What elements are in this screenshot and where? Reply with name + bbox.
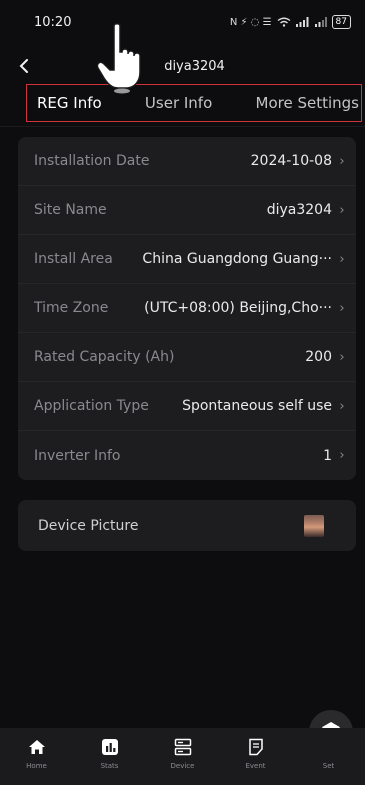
- row-value: diya3204: [266, 202, 332, 218]
- row-label: Time Zone: [34, 300, 109, 316]
- signal-icon-2: [314, 17, 327, 27]
- status-time: 10:20: [34, 14, 72, 30]
- nav-label: Device: [170, 762, 195, 770]
- bottom-nav: Home Stats Device Event Set: [0, 728, 365, 785]
- row-value: 2024-10-08: [250, 153, 332, 169]
- chevron-right-icon: ›: [339, 153, 345, 169]
- row-value: Spontaneous self use: [182, 398, 332, 414]
- app-screen: 10:20 N ⚡ ◌ ☰ 87 diya3204 REG Info User …: [0, 0, 365, 785]
- row-label: Rated Capacity (Ah): [34, 349, 175, 365]
- row-rated-capacity[interactable]: Rated Capacity (Ah) 200 ›: [18, 333, 356, 382]
- signal-icon: [295, 17, 309, 27]
- device-icon: [172, 736, 194, 758]
- tab-bar: REG Info User Info More Settings: [26, 84, 362, 122]
- row-install-area[interactable]: Install Area China Guangdong Guang··· ›: [18, 235, 356, 284]
- device-picture-label: Device Picture: [38, 517, 139, 534]
- tab-user-info[interactable]: User Info: [145, 94, 212, 112]
- nav-label: Event: [245, 762, 266, 770]
- battery-indicator: 87: [331, 15, 351, 29]
- nav-label: Home: [26, 762, 47, 770]
- nav-stats[interactable]: Stats: [80, 736, 140, 770]
- nav-device[interactable]: Device: [153, 736, 213, 770]
- chevron-right-icon: ›: [339, 251, 345, 267]
- row-time-zone[interactable]: Time Zone (UTC+08:00) Beijing,Cho··· ›: [18, 284, 356, 333]
- event-icon: [245, 736, 267, 758]
- nav-home[interactable]: Home: [7, 736, 67, 770]
- home-icon: [26, 736, 48, 758]
- back-button[interactable]: [12, 54, 36, 78]
- tab-more-settings[interactable]: More Settings: [256, 94, 359, 112]
- row-label: Installation Date: [34, 153, 150, 169]
- chevron-right-icon: ›: [339, 398, 345, 414]
- row-label: Site Name: [34, 202, 107, 218]
- nav-event[interactable]: Event: [226, 736, 286, 770]
- hand-pointer-icon: [96, 23, 141, 94]
- header: diya3204: [0, 52, 365, 80]
- device-picture-row[interactable]: Device Picture: [18, 500, 356, 551]
- stats-icon: [99, 736, 121, 758]
- row-label: Install Area: [34, 251, 113, 267]
- wifi-icon: [277, 17, 290, 27]
- row-application-type[interactable]: Application Type Spontaneous self use ›: [18, 382, 356, 431]
- nav-label: Stats: [100, 762, 119, 770]
- chevron-left-icon: [19, 59, 28, 73]
- row-value: 200: [305, 349, 332, 365]
- row-value: (UTC+08:00) Beijing,Cho···: [144, 300, 332, 316]
- row-value: 1: [323, 447, 332, 464]
- status-icons: N ⚡ ◌ ☰ 87: [230, 15, 351, 29]
- row-value: China Guangdong Guang···: [142, 251, 332, 267]
- reg-info-card: Installation Date 2024-10-08 › Site Name…: [18, 137, 356, 480]
- row-label: Inverter Info: [34, 447, 121, 464]
- status-bar: 10:20 N ⚡ ◌ ☰ 87: [0, 0, 365, 44]
- page-title: diya3204: [164, 58, 225, 74]
- chevron-right-icon: ›: [339, 202, 345, 218]
- row-inverter-info[interactable]: Inverter Info 1 ›: [18, 431, 356, 480]
- chevron-right-icon: ›: [339, 448, 345, 463]
- row-installation-date[interactable]: Installation Date 2024-10-08 ›: [18, 137, 356, 186]
- row-site-name[interactable]: Site Name diya3204 ›: [18, 186, 356, 235]
- nav-set[interactable]: Set: [299, 736, 359, 770]
- tab-reg-info[interactable]: REG Info: [37, 94, 102, 112]
- device-picture-thumbnail[interactable]: [304, 514, 324, 537]
- chevron-right-icon: ›: [339, 349, 345, 365]
- tabs-divider: [0, 126, 365, 127]
- chevron-right-icon: ›: [339, 300, 345, 316]
- row-label: Application Type: [34, 398, 149, 414]
- nav-label: Set: [322, 762, 335, 770]
- settings-nav-spacer-icon: [318, 736, 340, 758]
- status-indicators: N ⚡ ◌ ☰: [229, 16, 272, 28]
